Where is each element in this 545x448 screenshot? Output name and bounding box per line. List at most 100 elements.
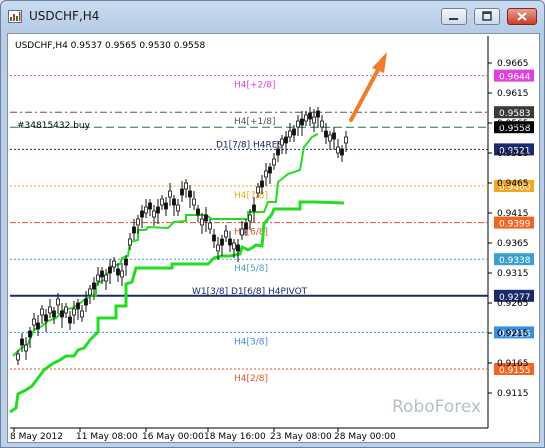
- candle-body: [308, 112, 312, 120]
- level-label: H4[5/8]: [234, 264, 268, 274]
- candle-body: [328, 134, 332, 142]
- y-tick-label: 0.9615: [497, 89, 529, 99]
- price-badge-label: 0.9399: [499, 220, 531, 230]
- candle-body: [48, 306, 52, 314]
- close-button[interactable]: [507, 8, 537, 25]
- candle-body: [76, 302, 80, 310]
- candle-body: [44, 314, 48, 322]
- candle-body: [72, 308, 76, 316]
- candle-body: [204, 214, 208, 222]
- y-tick-label: 0.9465: [497, 179, 529, 189]
- candle-body: [68, 316, 72, 324]
- candle-body: [312, 116, 316, 124]
- y-tick-label: 0.9565: [497, 119, 529, 129]
- candle-body: [124, 258, 128, 266]
- restore-button[interactable]: [474, 8, 500, 25]
- close-icon: [517, 12, 527, 21]
- level-label: H4[3/8]: [234, 337, 268, 347]
- candle-body: [148, 202, 152, 210]
- candle-body: [344, 136, 348, 144]
- candle-body: [340, 148, 344, 156]
- candle-body: [156, 206, 160, 214]
- candle-body: [332, 132, 336, 140]
- level-label: H4[+1/8]: [234, 117, 276, 127]
- candle-body: [104, 274, 108, 282]
- candle-body: [60, 310, 64, 318]
- candle-body: [252, 204, 256, 212]
- candle-body: [52, 310, 56, 318]
- candle-body: [284, 136, 288, 144]
- candle-body: [80, 310, 84, 318]
- candle-body: [236, 244, 240, 252]
- candle-body: [64, 306, 68, 314]
- candle-body: [56, 298, 60, 306]
- candle-body: [180, 188, 184, 196]
- y-tick-label: 0.9265: [497, 299, 529, 309]
- chart-app-icon: [8, 10, 22, 23]
- candle-body: [88, 288, 92, 296]
- candle-body: [112, 260, 116, 268]
- candle-body: [20, 338, 24, 346]
- candle-body: [100, 270, 104, 278]
- candle-body: [164, 202, 168, 210]
- candle-body: [244, 222, 248, 230]
- candle-body: [92, 282, 96, 290]
- price-badge-label: 0.9338: [499, 256, 531, 266]
- candle-body: [184, 182, 188, 190]
- y-tick-label: 0.9315: [497, 269, 529, 279]
- candle-body: [288, 130, 292, 138]
- candle-body: [188, 190, 192, 198]
- window-title: USDCHF,H4: [29, 9, 100, 23]
- x-tick-label: 18 May 16:00: [204, 432, 266, 442]
- price-badge-label: 0.9644: [499, 73, 531, 83]
- candle-body: [16, 353, 20, 361]
- candle-body: [232, 242, 236, 250]
- level-label: H4[7/8]: [234, 191, 268, 201]
- candle-body: [196, 208, 200, 216]
- candle-body: [224, 230, 228, 238]
- y-tick-label: 0.9665: [497, 59, 529, 69]
- x-tick-label: 23 May 08:00: [270, 432, 332, 442]
- candle-body: [32, 318, 36, 326]
- minimize-button[interactable]: [441, 8, 467, 25]
- candle-body: [132, 226, 136, 234]
- price-chart[interactable]: H4[+2/8] 0.9644 H4[+1/8] 0.9583 D1[7/8] H4RE…: [7, 33, 540, 443]
- y-tick-label: 0.9165: [497, 359, 529, 369]
- y-tick-label: 0.9215: [497, 329, 529, 339]
- candle-body: [144, 206, 148, 214]
- candle-body: [248, 214, 252, 222]
- candle-body: [280, 138, 284, 146]
- candle-body: [128, 238, 132, 246]
- candle-body: [268, 166, 272, 174]
- price-badge-label: 0.9583: [499, 109, 531, 119]
- candle-body: [260, 180, 264, 188]
- candle-body: [256, 186, 260, 194]
- candle-body: [212, 234, 216, 242]
- candle-body: [228, 238, 232, 246]
- candle-body: [24, 344, 28, 352]
- candle-body: [116, 268, 120, 276]
- candle-body: [84, 298, 88, 306]
- title-bar[interactable]: USDCHF,H4: [1, 1, 544, 33]
- candle-body: [200, 218, 204, 226]
- x-tick-label: 16 May 00:00: [142, 432, 204, 442]
- candle-body: [272, 158, 276, 166]
- x-tick-label: 11 May 08:00: [76, 432, 138, 442]
- chart-canvas[interactable]: H4[+2/8] 0.9644 H4[+1/8] 0.9583 D1[7/8] H4RE…: [8, 34, 539, 442]
- level-label: W1[3/8] D1[6/8] H4PIVOT: [192, 287, 308, 297]
- candle-body: [300, 118, 304, 126]
- candle-body: [40, 308, 44, 316]
- chart-window: USDCHF,H4 H4[+2/8] 0.9644 H4[+1/8] 0.9583 D1…: [0, 0, 545, 448]
- candle-body: [336, 146, 340, 154]
- candle-body: [264, 170, 268, 178]
- y-tick-label: 0.9415: [497, 209, 529, 219]
- candle-body: [324, 130, 328, 138]
- candle-body: [208, 222, 212, 230]
- y-tick-label: 0.9515: [497, 149, 529, 159]
- candle-body: [304, 114, 308, 122]
- candle-body: [220, 238, 224, 246]
- candle-body: [172, 198, 176, 206]
- candle-body: [28, 330, 32, 338]
- candle-body: [160, 198, 164, 206]
- candle-body: [120, 270, 124, 278]
